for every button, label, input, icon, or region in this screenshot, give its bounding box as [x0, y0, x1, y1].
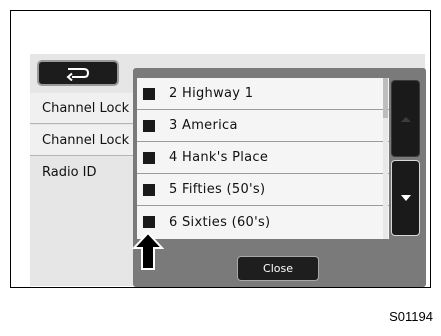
- chevron-down-icon: [400, 195, 411, 201]
- checkbox[interactable]: [143, 151, 155, 164]
- figure-code: S01194: [389, 309, 433, 324]
- channel-list: 2 Highway 1 3 America 4 Hank's Place 5 F…: [137, 78, 389, 239]
- back-arrow-icon: [66, 68, 90, 81]
- scroll-up-button[interactable]: [391, 80, 420, 157]
- channel-label: 4 Hank's Place: [169, 150, 269, 165]
- checkbox[interactable]: [143, 183, 155, 196]
- channel-label: 6 Sixties (60's): [169, 214, 271, 230]
- back-button[interactable]: [37, 60, 119, 86]
- menu-item-channel-lock-2[interactable]: Channel Lock: [30, 125, 134, 156]
- callout-arrow-icon: [131, 231, 165, 275]
- list-scrollbar-thumb[interactable]: [383, 78, 388, 118]
- channel-label: 2 Highway 1: [169, 86, 254, 101]
- list-scrollbar-track[interactable]: [383, 118, 388, 239]
- checkbox[interactable]: [143, 216, 155, 228]
- checkbox[interactable]: [143, 87, 155, 100]
- channel-label: 3 America: [169, 118, 238, 133]
- close-button[interactable]: Close: [237, 256, 319, 281]
- channel-item-4[interactable]: 4 Hank's Place: [137, 142, 389, 174]
- menu-item-channel-lock-1[interactable]: Channel Lock: [30, 93, 134, 124]
- checkbox[interactable]: [143, 119, 155, 132]
- channel-item-5[interactable]: 5 Fifties (50's): [137, 174, 389, 206]
- channel-label: 5 Fifties (50's): [169, 182, 266, 197]
- chevron-up-icon: [400, 116, 411, 122]
- channel-item-2[interactable]: 2 Highway 1: [137, 78, 389, 110]
- menu-item-radio-id[interactable]: Radio ID: [30, 157, 134, 188]
- scroll-down-button[interactable]: [391, 160, 420, 236]
- channel-item-6[interactable]: 6 Sixties (60's): [137, 206, 389, 238]
- channel-item-3[interactable]: 3 America: [137, 110, 389, 142]
